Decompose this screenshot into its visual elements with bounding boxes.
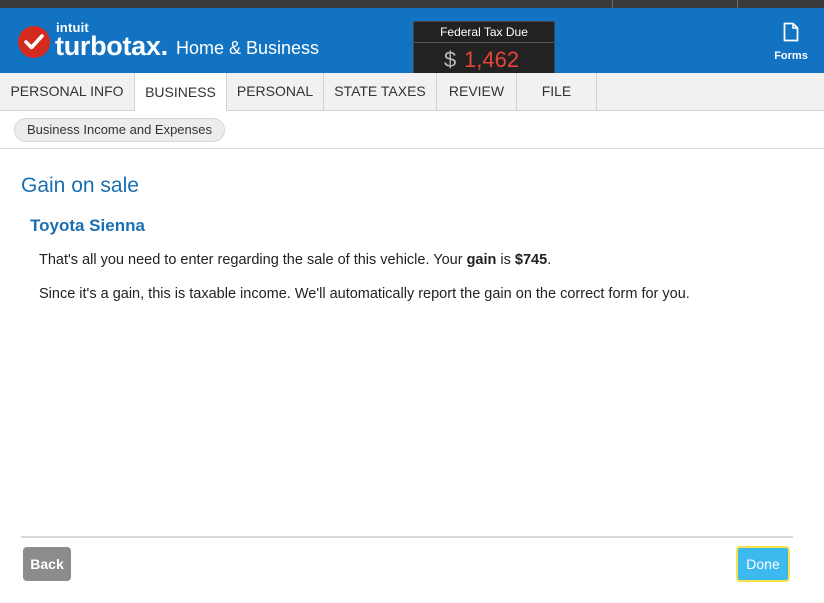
window-strip-segment <box>737 0 824 8</box>
page-title: Gain on sale <box>21 174 139 197</box>
tax-due-currency: $ <box>444 47 457 72</box>
breadcrumb-bar: Business Income and Expenses <box>0 111 824 149</box>
turbotax-logo <box>18 26 50 58</box>
tab-personal[interactable]: PERSONAL <box>227 73 324 110</box>
tab-business[interactable]: BUSINESS <box>135 73 227 111</box>
gain-summary-pre: That's all you need to enter regarding t… <box>39 252 467 268</box>
tax-due-amount: 1,462 <box>464 47 520 72</box>
forms-button[interactable]: Forms <box>768 22 814 72</box>
forms-label: Forms <box>774 50 808 62</box>
tab-personal-info[interactable]: PERSONAL INFO <box>0 73 135 110</box>
window-strip-segment <box>612 0 738 8</box>
gain-summary-post: . <box>547 252 552 268</box>
gain-word: gain <box>466 252 497 268</box>
tab-file[interactable]: FILE <box>517 73 597 110</box>
done-button[interactable]: Done <box>736 546 790 582</box>
gain-amount: $745 <box>514 252 548 268</box>
federal-tax-due-widget[interactable]: Federal Tax Due $ 1,462 <box>413 21 555 77</box>
tab-state-taxes[interactable]: STATE TAXES <box>324 73 437 110</box>
breadcrumb[interactable]: Business Income and Expenses <box>14 118 225 142</box>
back-button[interactable]: Back <box>23 547 71 581</box>
gain-summary-text: That's all you need to enter regarding t… <box>39 252 551 268</box>
top-window-strip <box>0 0 824 8</box>
tab-review[interactable]: REVIEW <box>437 73 517 110</box>
app-header: intuit turbotax. Home & Business Federal… <box>0 8 824 77</box>
tax-due-divider <box>414 42 554 43</box>
document-icon <box>783 22 799 42</box>
gain-summary-mid: is <box>496 252 515 268</box>
product-name: Home & Business <box>176 38 320 58</box>
tax-due-label: Federal Tax Due <box>440 25 528 39</box>
taxable-income-text: Since it's a gain, this is taxable incom… <box>39 286 690 302</box>
turbotax-wordmark: turbotax. <box>55 31 168 61</box>
footer-divider <box>21 536 793 538</box>
checkmark-icon <box>24 34 44 50</box>
vehicle-name: Toyota Sienna <box>30 216 145 235</box>
nav-tabs: PERSONAL INFO BUSINESS PERSONAL STATE TA… <box>0 73 824 111</box>
